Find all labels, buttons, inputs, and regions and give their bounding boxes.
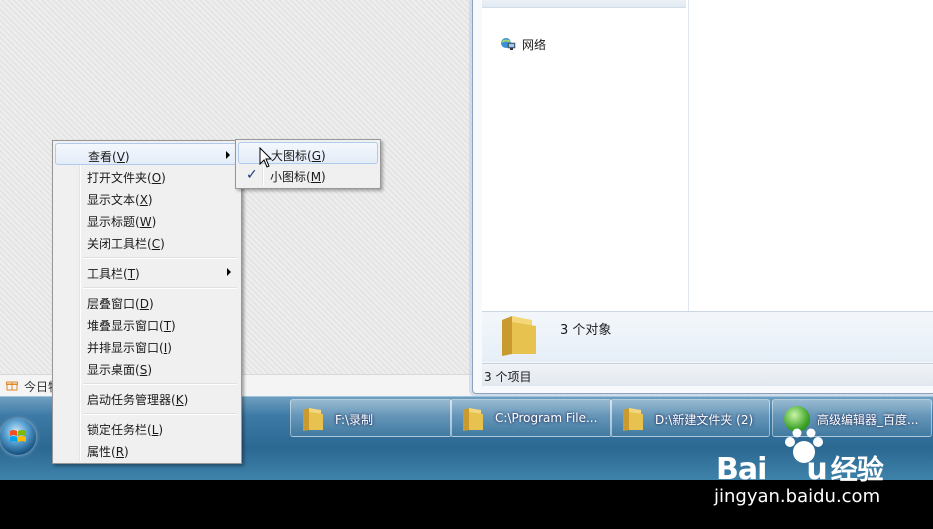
folder-icon (463, 408, 483, 431)
taskbar-button-new-folder[interactable]: D:\新建文件夹 (2) (610, 399, 770, 437)
taskbar-button-label: D:\新建文件夹 (2) (655, 413, 754, 427)
menu-item-show-title[interactable]: 显示标题(W) (55, 209, 239, 231)
details-pane: 3 个对象 (482, 311, 933, 362)
status-text: 3 个项目 (484, 370, 532, 384)
menu-item-stack-windows[interactable]: 堆叠显示窗口(T) (55, 313, 239, 335)
menu-item-lock-taskbar[interactable]: 锁定任务栏(L) (55, 417, 239, 439)
folder-icon (502, 316, 536, 356)
mouse-cursor-icon (259, 147, 273, 168)
menu-separator (83, 257, 237, 259)
menu-separator (83, 413, 237, 415)
gift-icon (6, 381, 18, 391)
explorer-window[interactable]: 网络 3 个对象 3 个项目 (472, 0, 933, 394)
submenu-arrow-icon (226, 151, 230, 159)
folder-icon (623, 408, 643, 431)
menu-item-show-desktop[interactable]: 显示桌面(S) (55, 357, 239, 379)
status-bar: 3 个项目 (482, 363, 933, 386)
menu-item-properties[interactable]: 属性(R) (55, 439, 239, 461)
menu-item-side-by-side[interactable]: 并排显示窗口(I) (55, 335, 239, 357)
view-submenu[interactable]: 大图标(G) ✓ 小图标(M) (235, 139, 381, 189)
taskbar-context-menu[interactable]: 查看(V) 打开文件夹(O) 显示文本(X) 显示标题(W) 关闭工具栏(C) … (52, 140, 242, 464)
nav-network-label: 网络 (522, 38, 547, 52)
navigation-pane[interactable]: 网络 (482, 0, 689, 311)
taskbar-button-f-record[interactable]: F:\录制 (290, 399, 452, 437)
network-icon (501, 38, 516, 50)
menu-item-view[interactable]: 查看(V) (55, 143, 239, 165)
menu-item-show-text[interactable]: 显示文本(X) (55, 187, 239, 209)
menu-item-task-manager[interactable]: 启动任务管理器(K) (55, 387, 239, 409)
menu-item-toolbars[interactable]: 工具栏(T) (55, 261, 239, 283)
baidu-watermark-url: jingyan.baidu.com (714, 486, 881, 507)
submenu-arrow-icon (227, 268, 231, 276)
taskbar-button-label: F:\录制 (335, 413, 374, 427)
item-count-detail: 3 个对象 (560, 323, 612, 338)
nav-item-local-disk[interactable] (482, 0, 686, 8)
menu-separator (83, 383, 237, 385)
taskbar-button-label: C:\Program File... (495, 411, 598, 425)
menu-separator (83, 287, 237, 289)
baidu-watermark-logo: Bai u 经验 (716, 452, 884, 487)
start-button[interactable] (0, 419, 36, 455)
menu-item-open-folder[interactable]: 打开文件夹(O) (55, 165, 239, 187)
taskbar-button-label: 高级编辑器_百度... (817, 413, 919, 427)
file-list-pane[interactable] (689, 0, 933, 311)
windows-logo-icon (10, 430, 26, 442)
menu-item-close-toolbar[interactable]: 关闭工具栏(C) (55, 231, 239, 253)
checkmark-icon: ✓ (246, 167, 258, 183)
taskbar-button-program-files[interactable]: C:\Program File... (450, 399, 612, 437)
folder-icon (303, 408, 323, 431)
menu-item-cascade-windows[interactable]: 层叠窗口(D) (55, 291, 239, 313)
